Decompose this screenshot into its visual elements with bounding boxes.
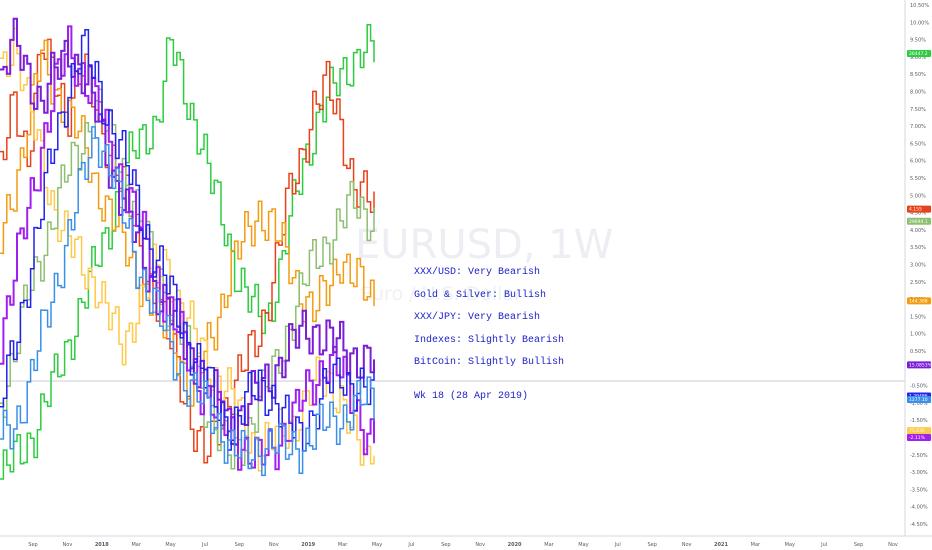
badge-value: 29694.1 (909, 219, 928, 225)
x-tick-label: May (785, 542, 795, 548)
badge-value: 4.155 (909, 207, 922, 213)
y-tick-label: -3.00% (910, 470, 928, 476)
last-value-badge: 144.308 (907, 297, 931, 304)
y-tick-label: -0.50% (910, 384, 928, 390)
x-tick-label: Nov (269, 542, 279, 548)
x-tick-label: May (165, 542, 175, 548)
y-tick-label: 7.50% (910, 107, 926, 113)
y-tick-label: -4.00% (910, 505, 928, 511)
y-tick-label: 8.00% (910, 90, 926, 96)
note-xxxjpy: XXX/JPY: Very Bearish (414, 312, 541, 323)
x-tick-label: Sep (854, 542, 863, 548)
x-tick-label: Nov (63, 542, 73, 548)
series-line (0, 88, 375, 470)
x-tick-label: 2020 (508, 542, 522, 548)
y-tick-label: 5.50% (910, 176, 926, 182)
last-value-badge: 15.0853% (907, 361, 932, 368)
y-tick-label: 10.50% (910, 3, 929, 9)
note-indexes: Indexes: Slightly Bearish (414, 335, 565, 346)
y-axis: 10.50%10.00%9.50%9.00%8.50%8.00%7.50%7.0… (910, 3, 929, 528)
last-value-badge: -2.11% (907, 434, 931, 441)
y-tick-label: 3.00% (910, 263, 926, 269)
y-tick-label: 1.00% (910, 332, 926, 338)
x-axis: Sep Nov 2018 Mar May Jul Sep Nov 2019 Mar May Jul Se… (28, 542, 898, 548)
y-tick-label: 3.50% (910, 245, 926, 251)
x-tick-label: Jul (820, 542, 827, 548)
note-bitcoin: BitCoin: Slightly Bullish (414, 357, 565, 368)
note-week: Wk 18 (28 Apr 2019) (414, 391, 529, 402)
y-tick-label: 6.00% (910, 159, 926, 165)
x-tick-label: Jul (407, 542, 414, 548)
y-tick-label: 1.50% (910, 314, 926, 320)
note-gold-silver: Gold & Silver: Bullish (414, 290, 547, 301)
last-value-badge: 4.155 (907, 205, 931, 213)
y-tick-label: 6.50% (910, 141, 926, 147)
series-line (0, 23, 375, 480)
y-tick-label: 10.00% (910, 20, 929, 26)
x-tick-label: May (578, 542, 588, 548)
x-tick-label: Nov (682, 542, 692, 548)
y-tick-label: -4.50% (910, 522, 928, 528)
x-tick-label: Nov (475, 542, 485, 548)
y-tick-label: 7.00% (910, 124, 926, 130)
badge-value: 1277.10 (909, 397, 928, 403)
x-tick-label: Nov (888, 542, 898, 548)
last-value-badge: 29694.1 (907, 217, 931, 225)
badge-value: 15.0853% (909, 362, 932, 368)
x-tick-label: Sep (647, 542, 656, 548)
x-tick-label: Sep (235, 542, 244, 548)
badge-value: 26447.2 (909, 51, 928, 57)
x-tick-label: Mar (544, 542, 554, 548)
last-value-badge: 75.630 (907, 427, 931, 434)
y-tick-label: -3.50% (910, 487, 928, 493)
y-tick-label: 0.50% (910, 349, 926, 355)
series-layer (0, 17, 375, 480)
x-tick-label: Jul (201, 542, 208, 548)
watermark-symbol: EURUSD, 1W (355, 222, 613, 268)
last-value-badge: 1277.10 (907, 395, 931, 403)
badge-value: 75.630 (909, 428, 925, 434)
y-tick-label: 5.00% (910, 193, 926, 199)
badge-value: -2.11% (909, 435, 926, 441)
x-tick-label: 2021 (714, 542, 728, 548)
series-line (0, 126, 375, 477)
y-tick-label: 2.50% (910, 280, 926, 286)
y-tick-label: 9.50% (910, 38, 926, 44)
badge-value: 144.308 (909, 298, 928, 304)
x-tick-label: Mar (338, 542, 348, 548)
x-tick-label: May (372, 542, 382, 548)
x-tick-label: Sep (28, 542, 37, 548)
y-tick-label: -1.50% (910, 418, 928, 424)
x-tick-label: Sep (441, 542, 450, 548)
x-tick-label: Mar (751, 542, 761, 548)
x-tick-label: 2019 (301, 542, 315, 548)
y-tick-label: 4.00% (910, 228, 926, 234)
y-tick-label: -2.50% (910, 453, 928, 459)
y-tick-label: 8.50% (910, 72, 926, 78)
x-tick-label: Jul (614, 542, 621, 548)
note-xxxusd: XXX/USD: Very Bearish (414, 267, 541, 278)
x-tick-label: 2018 (95, 542, 109, 548)
last-value-badge: 26447.2 (907, 49, 931, 57)
x-tick-label: Mar (131, 542, 141, 548)
